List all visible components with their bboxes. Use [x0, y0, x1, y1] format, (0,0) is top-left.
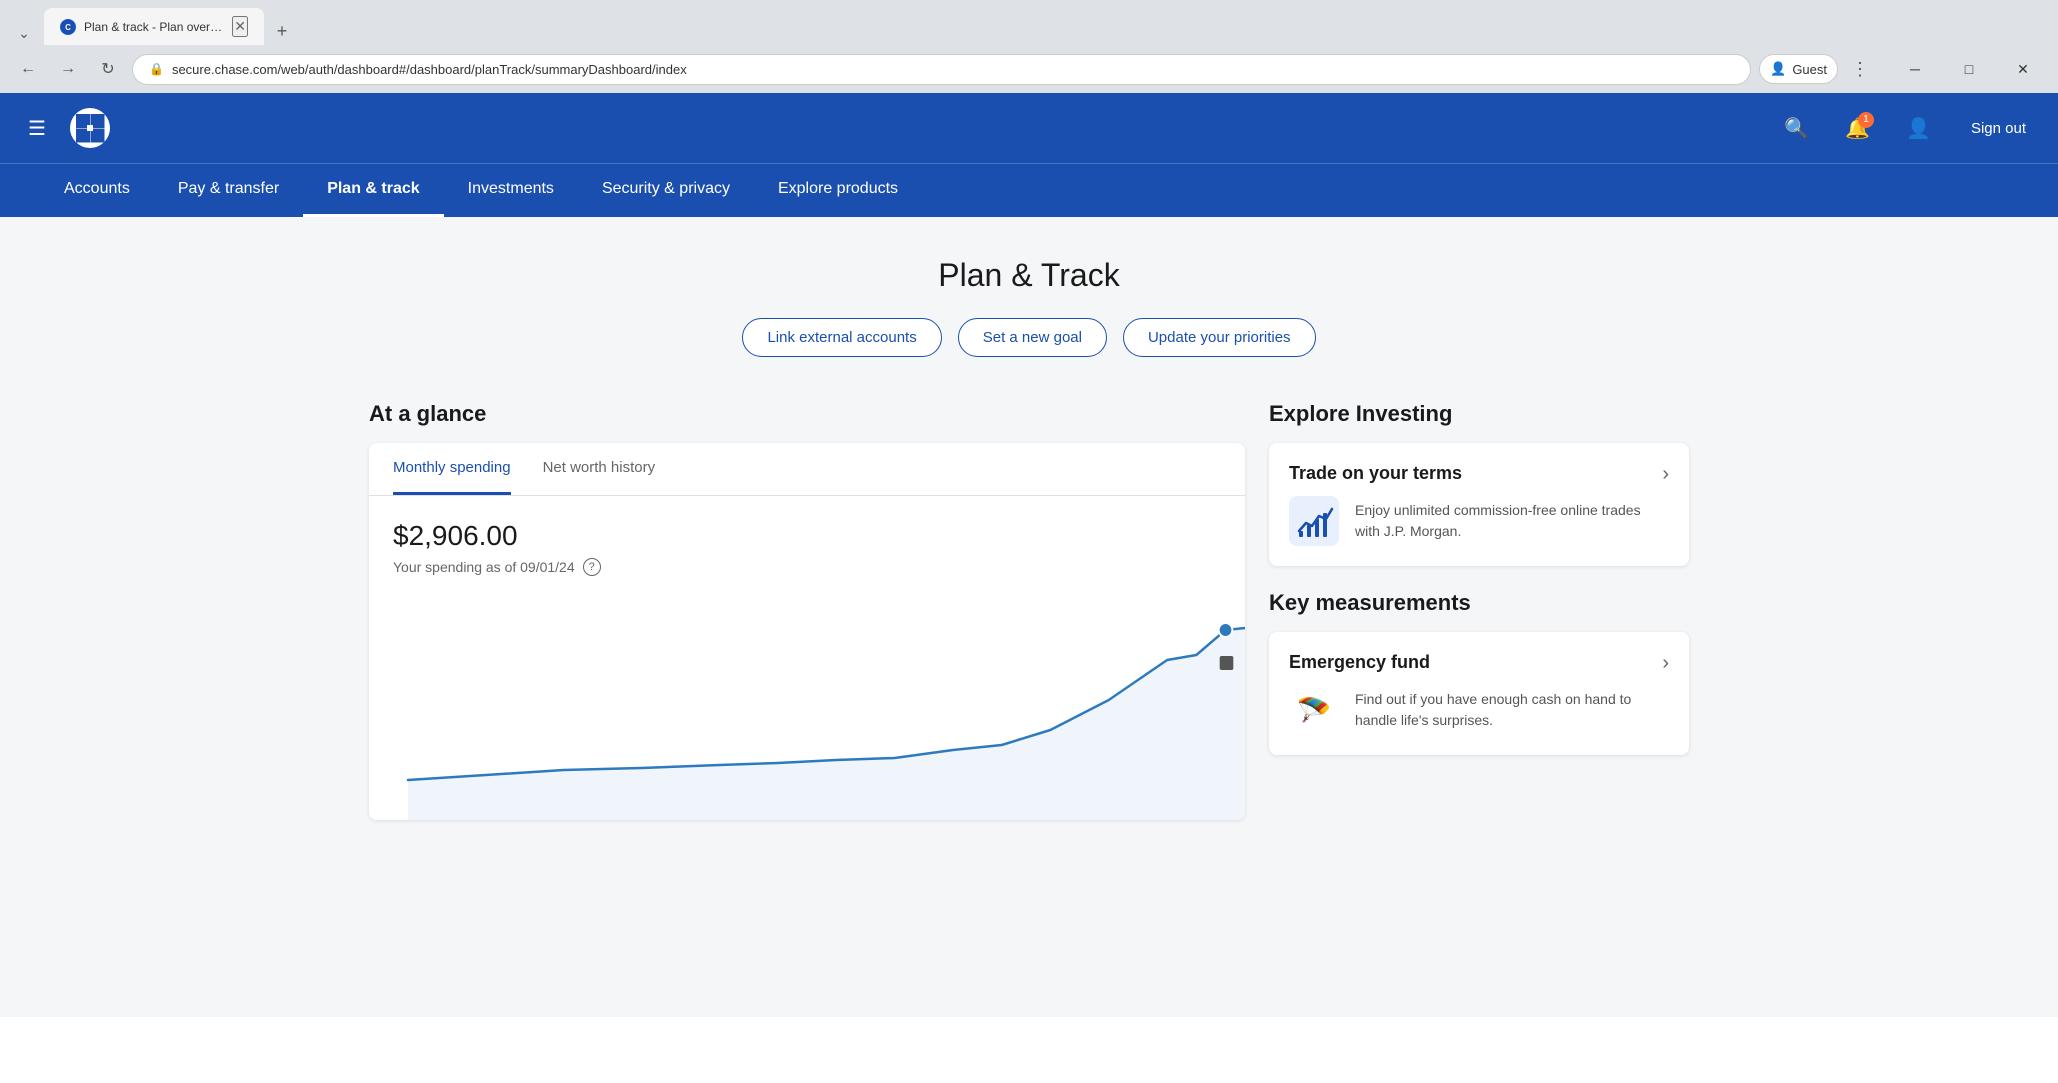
browser-actions: 👤 Guest ⋮	[1759, 53, 1876, 85]
explore-investing-title: Explore Investing	[1269, 401, 1689, 427]
lock-icon: 🔒	[149, 62, 164, 76]
guest-button[interactable]: 👤 Guest	[1759, 54, 1838, 84]
svg-text:C: C	[65, 23, 71, 32]
tab-monthly-spending[interactable]: Monthly spending	[393, 443, 511, 495]
top-nav: ☰ 🔍 🔔 1	[0, 93, 2058, 163]
key-measurements-section: Key measurements Emergency fund 🪂 Find o…	[1269, 590, 1689, 755]
set-goal-button[interactable]: Set a new goal	[958, 318, 1107, 357]
nav-pay-transfer[interactable]: Pay & transfer	[154, 164, 303, 217]
chase-app: ☰ 🔍 🔔 1	[0, 93, 2058, 1083]
invest-card-chevron-icon[interactable]: ›	[1662, 463, 1669, 486]
at-a-glance-card: Monthly spending Net worth history $2,90…	[369, 443, 1245, 820]
left-column: At a glance Monthly spending Net worth h…	[369, 401, 1245, 820]
nav-right: 🔍 🔔 1 👤 Sign out	[1776, 108, 2038, 149]
user-icon: 👤	[1906, 118, 1931, 140]
main-nav: Accounts Pay & transfer Plan & track Inv…	[0, 163, 2058, 217]
at-a-glance-title: At a glance	[369, 401, 1245, 427]
close-button[interactable]: ✕	[2000, 53, 2046, 85]
action-buttons: Link external accounts Set a new goal Up…	[20, 318, 2038, 357]
search-icon: 🔍	[1784, 118, 1809, 140]
spending-date-text: Your spending as of 09/01/24	[393, 559, 575, 575]
emergency-fund-description: Find out if you have enough cash on hand…	[1355, 689, 1662, 731]
notification-badge: 1	[1858, 112, 1874, 128]
address-bar[interactable]: 🔒 secure.chase.com/web/auth/dashboard#/d…	[132, 54, 1751, 85]
tab-close-button[interactable]: ✕	[232, 16, 248, 37]
right-column: Explore Investing Trade on your terms	[1269, 401, 1689, 820]
key-measurements-title: Key measurements	[1269, 590, 1689, 616]
invest-icon	[1289, 496, 1339, 546]
emergency-fund-card: Emergency fund 🪂 Find out if you have en…	[1269, 632, 1689, 755]
spending-chart	[369, 600, 1245, 820]
tab-list-button[interactable]: ⌄	[12, 21, 36, 45]
tab-favicon: C	[60, 19, 76, 35]
invest-card-title: Trade on your terms	[1289, 463, 1662, 484]
explore-investing-section: Explore Investing Trade on your terms	[1269, 401, 1689, 566]
link-accounts-button[interactable]: Link external accounts	[742, 318, 941, 357]
measurement-card-content: Emergency fund 🪂 Find out if you have en…	[1289, 652, 1662, 735]
guest-icon: 👤	[1770, 61, 1786, 77]
nav-left: ☰	[20, 108, 110, 149]
nav-security-privacy[interactable]: Security & privacy	[578, 164, 754, 217]
hamburger-menu-button[interactable]: ☰	[20, 108, 54, 149]
browser-chrome: ⌄ C Plan & track - Plan overview - c ✕ +…	[0, 0, 2058, 93]
emergency-fund-chevron-icon[interactable]: ›	[1662, 652, 1669, 675]
spending-date: Your spending as of 09/01/24 ?	[393, 558, 1221, 576]
maximize-button[interactable]: □	[1946, 53, 1992, 85]
chase-logo	[70, 108, 110, 148]
invest-card-content: Trade on your terms	[1289, 463, 1662, 546]
main-layout: At a glance Monthly spending Net worth h…	[329, 381, 1729, 840]
new-tab-button[interactable]: +	[268, 17, 296, 45]
card-tabs: Monthly spending Net worth history	[369, 443, 1245, 496]
invest-description: Enjoy unlimited commission-free online t…	[1355, 500, 1662, 542]
trade-on-your-terms-card: Trade on your terms	[1269, 443, 1689, 566]
sign-out-button[interactable]: Sign out	[1959, 112, 2038, 145]
spending-amount: $2,906.00	[393, 520, 1221, 552]
invest-card-body: Enjoy unlimited commission-free online t…	[1289, 496, 1662, 546]
update-priorities-button[interactable]: Update your priorities	[1123, 318, 1316, 357]
browser-tab-active[interactable]: C Plan & track - Plan overview - c ✕	[44, 8, 264, 45]
back-button[interactable]: ←	[12, 53, 44, 85]
forward-button[interactable]: →	[52, 53, 84, 85]
notifications-button[interactable]: 🔔 1	[1837, 108, 1878, 149]
page-title: Plan & Track	[20, 257, 2038, 294]
measurement-body: 🪂 Find out if you have enough cash on ha…	[1289, 685, 1662, 735]
nav-plan-track[interactable]: Plan & track	[303, 164, 443, 217]
nav-investments[interactable]: Investments	[444, 164, 578, 217]
tab-title: Plan & track - Plan overview - c	[84, 20, 224, 34]
extensions-menu-button[interactable]: ⋮	[1844, 53, 1876, 85]
minimize-button[interactable]: ─	[1892, 53, 1938, 85]
help-icon[interactable]: ?	[583, 558, 601, 576]
emergency-fund-icon: 🪂	[1289, 685, 1339, 735]
emergency-fund-title: Emergency fund	[1289, 652, 1662, 673]
page-header: Plan & Track Link external accounts Set …	[0, 217, 2058, 381]
address-bar-row: ← → ↻ 🔒 secure.chase.com/web/auth/dashbo…	[0, 45, 2058, 93]
url-text: secure.chase.com/web/auth/dashboard#/das…	[172, 62, 1734, 77]
account-button[interactable]: 👤	[1898, 108, 1939, 149]
nav-accounts[interactable]: Accounts	[40, 164, 154, 217]
refresh-button[interactable]: ↻	[92, 53, 124, 85]
nav-explore-products[interactable]: Explore products	[754, 164, 922, 217]
page-content: Plan & Track Link external accounts Set …	[0, 217, 2058, 1017]
card-body: $2,906.00 Your spending as of 09/01/24 ?	[369, 496, 1245, 600]
guest-label: Guest	[1792, 62, 1827, 77]
parachute-icon: 🪂	[1297, 694, 1332, 727]
search-button[interactable]: 🔍	[1776, 108, 1817, 149]
tab-net-worth-history[interactable]: Net worth history	[543, 443, 656, 495]
main-nav-inner: Accounts Pay & transfer Plan & track Inv…	[0, 164, 2058, 217]
